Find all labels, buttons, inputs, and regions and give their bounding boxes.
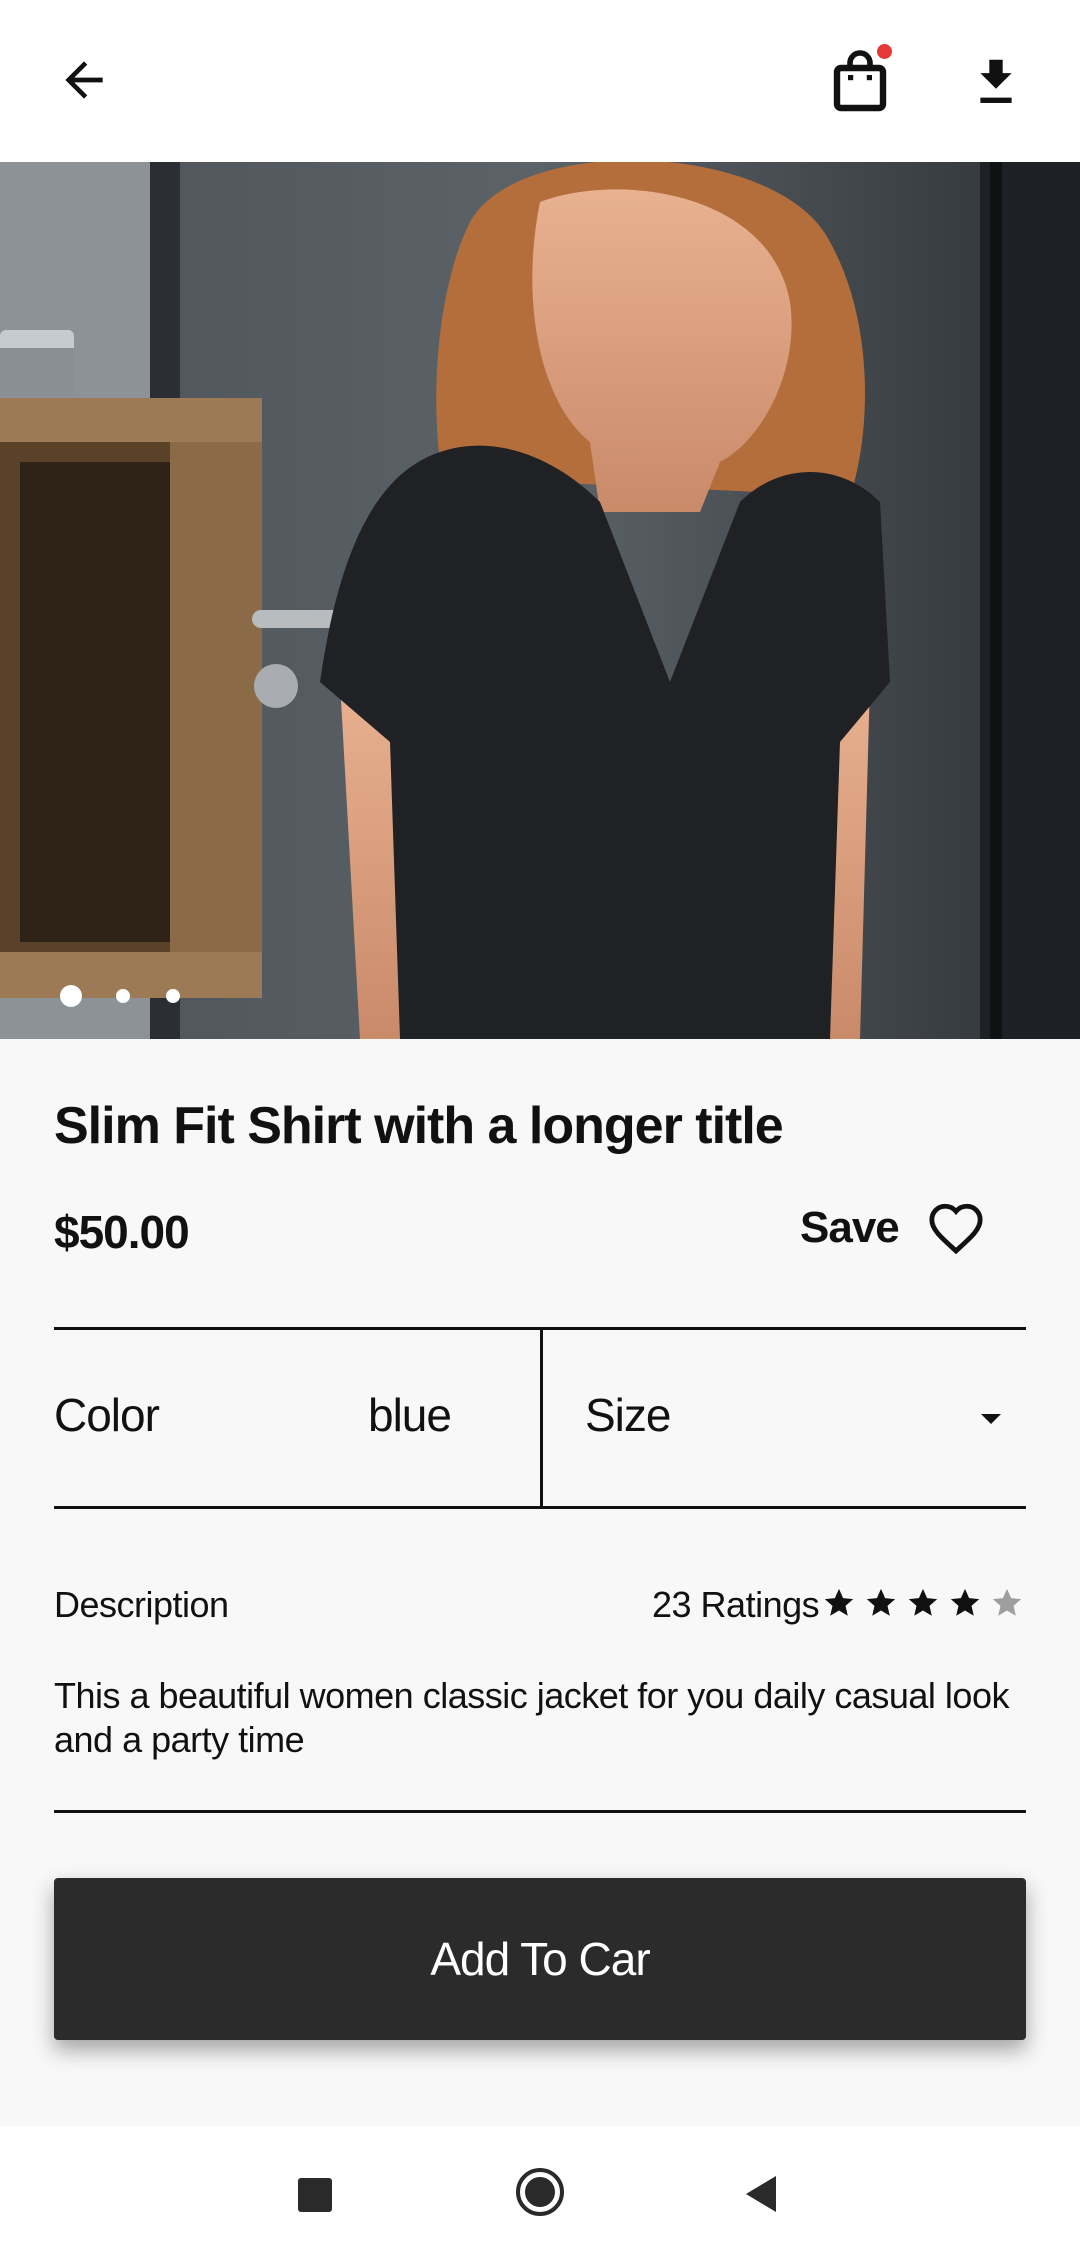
star-rating[interactable] bbox=[822, 1586, 1024, 1620]
product-title: Slim Fit Shirt with a longer title bbox=[54, 1097, 784, 1155]
recents-icon[interactable] bbox=[298, 2178, 332, 2212]
arrow-left-icon bbox=[65, 61, 103, 99]
heart-icon bbox=[929, 1203, 983, 1255]
back-button[interactable] bbox=[46, 42, 122, 118]
color-label: Color bbox=[54, 1389, 160, 1441]
caret-down-icon bbox=[981, 1414, 1001, 1424]
star-empty-icon bbox=[992, 1588, 1022, 1616]
home-icon[interactable] bbox=[514, 2166, 566, 2218]
carousel-dot[interactable] bbox=[166, 989, 180, 1003]
product-photo bbox=[0, 162, 1080, 1039]
description-text: This a beautiful women classic jacket fo… bbox=[54, 1675, 1009, 1760]
cart-button[interactable] bbox=[818, 40, 902, 124]
notification-dot bbox=[877, 44, 892, 59]
download-icon bbox=[980, 59, 1012, 103]
carousel-dot[interactable] bbox=[116, 989, 130, 1003]
top-app-bar bbox=[0, 0, 1080, 162]
shopping-bag-icon bbox=[833, 50, 887, 112]
add-to-cart-button[interactable]: Add To Car bbox=[54, 1878, 1026, 2040]
divider bbox=[54, 1506, 1026, 1509]
product-image-carousel[interactable] bbox=[0, 162, 1080, 1039]
size-dropdown[interactable]: Size bbox=[543, 1330, 1026, 1506]
star-filled-icon bbox=[824, 1588, 854, 1616]
divider bbox=[54, 1810, 1026, 1813]
carousel-dot-active[interactable] bbox=[60, 985, 82, 1007]
color-value: blue bbox=[368, 1389, 452, 1441]
star-filled-icon bbox=[950, 1588, 980, 1616]
star-filled-icon bbox=[908, 1588, 938, 1616]
ratings-count[interactable]: 23 Ratings bbox=[652, 1584, 820, 1626]
nav-back-icon[interactable] bbox=[742, 2174, 782, 2214]
save-button[interactable]: Save bbox=[800, 1196, 985, 1260]
size-label: Size bbox=[585, 1389, 671, 1441]
star-filled-icon bbox=[866, 1588, 896, 1616]
save-label: Save bbox=[800, 1203, 900, 1252]
product-price: $50.00 bbox=[54, 1206, 190, 1258]
description-label: Description bbox=[54, 1584, 229, 1625]
color-selector[interactable]: Color blue bbox=[54, 1330, 540, 1506]
download-button[interactable] bbox=[956, 42, 1036, 122]
